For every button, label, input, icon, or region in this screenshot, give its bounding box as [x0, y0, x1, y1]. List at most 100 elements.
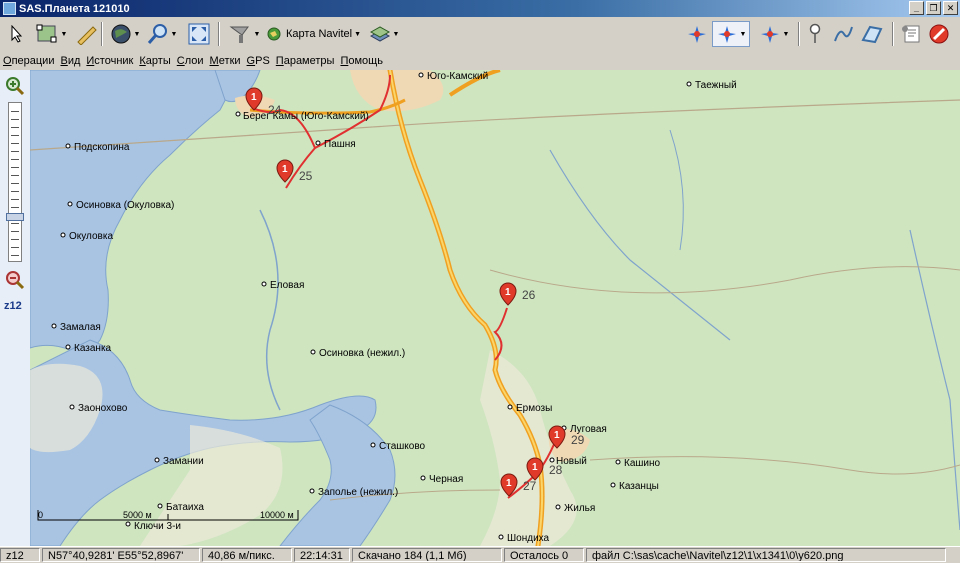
zoom-tick — [11, 255, 19, 256]
magnifier-icon — [147, 24, 167, 44]
cursor-icon — [11, 25, 23, 43]
ruler-tool-button[interactable] — [74, 21, 98, 47]
zoom-tick — [11, 143, 19, 144]
status-bar: z12 N57°40,9281' E55°52,8967' 40,86 м/пи… — [0, 546, 960, 563]
place-label: Еловая — [261, 280, 304, 291]
zoom-tick — [11, 151, 19, 152]
zoom-tick — [11, 247, 19, 248]
zoom-tick — [11, 111, 19, 112]
zoom-tick — [11, 135, 19, 136]
minor-road — [489, 266, 960, 294]
zoom-panel: z12 — [0, 70, 31, 546]
zoom-level-label: z12 — [4, 300, 22, 312]
svg-text:Окуловка: Окуловка — [69, 231, 113, 242]
menu-placemarks[interactable]: Метки — [207, 55, 244, 67]
zoom-tick — [11, 231, 19, 232]
menu-source[interactable]: Источник — [83, 55, 136, 67]
place-label: Осиновка (нежил.) — [310, 348, 405, 359]
layers-button[interactable]: ▼ — [366, 21, 402, 47]
status-file-path: файл C:\sas\cache\Navitel\z12\1\x1341\0\… — [586, 548, 946, 562]
menu-view[interactable]: Вид — [57, 55, 83, 67]
waypoint-marker[interactable]: 1 25 — [276, 159, 313, 183]
menu-gps[interactable]: GPS — [244, 55, 273, 67]
waypoint-marker[interactable]: 1 26 — [499, 282, 536, 306]
stop-icon — [929, 24, 949, 44]
svg-text:Осиновка (нежил.): Осиновка (нежил.) — [319, 348, 405, 359]
svg-text:Таежный: Таежный — [695, 80, 737, 91]
place-label: Замании — [154, 456, 204, 467]
toolbar-separator — [218, 22, 220, 46]
path-icon — [834, 26, 853, 42]
svg-text:Осиновка (Окуловка): Осиновка (Окуловка) — [76, 200, 174, 211]
menu-operations[interactable]: Операции — [0, 55, 57, 67]
svg-text:1: 1 — [554, 430, 560, 441]
status-downloaded: Скачано 184 (1,1 Мб) — [352, 548, 502, 562]
add-placemark-button[interactable] — [804, 21, 826, 47]
fullscreen-button[interactable] — [186, 21, 212, 47]
placemark-manager-button[interactable] — [898, 21, 924, 47]
map-source-button[interactable]: ▼ — [224, 21, 264, 47]
zoom-tick — [11, 191, 19, 192]
add-path-button[interactable] — [830, 21, 856, 47]
layers-icon — [369, 26, 390, 42]
stream — [549, 149, 731, 341]
zoom-in-icon[interactable] — [5, 76, 25, 96]
status-coordinates: N57°40,9281' E55°52,8967' — [42, 548, 200, 562]
menu-layers[interactable]: Слои — [174, 55, 207, 67]
toolbar-separator — [798, 22, 800, 46]
svg-text:Еловая: Еловая — [270, 280, 304, 291]
delete-button[interactable] — [926, 21, 952, 47]
window-controls: _ ❐ ✕ — [909, 1, 958, 15]
map-type-dropdown[interactable]: Карта Navitel ▼ — [266, 21, 366, 47]
gps-satellite-icon — [688, 26, 706, 43]
app-icon — [3, 2, 16, 15]
zoom-tick — [11, 223, 19, 224]
selection-tool-button[interactable]: ▼ — [31, 21, 71, 47]
svg-text:Пашня: Пашня — [324, 139, 356, 150]
menu-bar: Операции Вид Источник Карты Слои Метки G… — [0, 51, 960, 70]
minimize-button[interactable]: _ — [909, 1, 924, 15]
add-polygon-button[interactable] — [858, 21, 886, 47]
zoom-tick — [11, 207, 19, 208]
svg-text:Батаиха: Батаиха — [166, 502, 204, 513]
place-label: Юго-Камский — [418, 71, 488, 82]
svg-text:Берег Камы (Юго-Камский): Берег Камы (Юго-Камский) — [243, 111, 369, 122]
zoom-tick — [11, 183, 19, 184]
zoom-search-button[interactable]: ▼ — [144, 21, 180, 47]
zoom-slider[interactable] — [6, 102, 24, 262]
place-label: Заполье (нежил.) — [309, 487, 398, 498]
place-label: Черная — [420, 474, 463, 485]
gps-center-button[interactable]: ▼ — [756, 21, 792, 47]
zoom-out-icon[interactable] — [5, 270, 25, 290]
place-label: Кашино — [615, 458, 661, 469]
map-view[interactable]: Юго-Камский Таежный Берег Камы (Юго-Камс… — [30, 70, 960, 546]
zoom-tick — [11, 239, 19, 240]
pointer-tool-button[interactable] — [6, 21, 28, 47]
place-label: Окуловка — [60, 231, 113, 242]
globe-button[interactable]: ▼ — [106, 21, 144, 47]
menu-settings[interactable]: Параметры — [273, 55, 338, 67]
close-button[interactable]: ✕ — [943, 1, 958, 15]
zoom-slider-thumb[interactable] — [6, 213, 24, 221]
gps-follow-button[interactable]: ▼ — [712, 21, 750, 47]
place-label: Ключи 3-и — [125, 521, 181, 532]
title-bar: SAS.Планета 121010 _ ❐ ✕ — [0, 0, 960, 17]
window-title: SAS.Планета 121010 — [19, 2, 130, 15]
svg-text:1: 1 — [251, 92, 257, 103]
zoom-tick — [11, 127, 19, 128]
place-label: Сташково — [370, 441, 426, 452]
marker-number: 27 — [523, 479, 537, 493]
svg-text:Черная: Черная — [429, 474, 463, 485]
maximize-button[interactable]: ❐ — [926, 1, 941, 15]
menu-maps[interactable]: Карты — [136, 55, 173, 67]
svg-text:1: 1 — [506, 478, 512, 489]
svg-text:10000 м: 10000 м — [260, 510, 294, 520]
marker-number: 28 — [549, 463, 563, 477]
menu-help[interactable]: Помощь — [337, 55, 386, 67]
place-label: Заонохово — [69, 403, 128, 414]
svg-text:Ермозы: Ермозы — [516, 403, 552, 414]
status-zoom: z12 — [0, 548, 40, 562]
gps-track-button[interactable] — [684, 21, 710, 47]
map-canvas[interactable]: Юго-Камский Таежный Берег Камы (Юго-Камс… — [30, 70, 960, 546]
place-label: Замалая — [51, 322, 101, 333]
